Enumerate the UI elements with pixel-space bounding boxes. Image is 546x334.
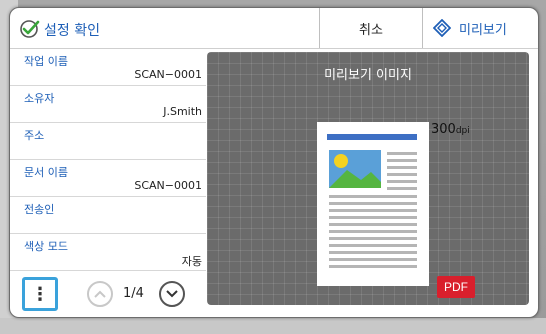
setting-value: SCAN−0001 xyxy=(134,68,202,81)
setting-label: 색상 모드 xyxy=(24,240,68,253)
setting-value: J.Smith xyxy=(163,105,202,118)
checkmark-circle-icon xyxy=(20,20,40,38)
preview-button[interactable]: 미리보기 xyxy=(423,8,538,48)
setting-value: SCAN−0001 xyxy=(134,179,202,192)
chevron-up-icon xyxy=(94,290,106,298)
more-options-button[interactable]: ⋮ xyxy=(22,277,58,311)
settings-confirm-dialog: 설정 확인 취소 미리보기 작업 이름 SCAN−0001 소유자 J.Smit… xyxy=(9,7,539,318)
preview-panel: 미리보기 이미지 300dpi PDF xyxy=(207,52,529,305)
setting-row-sender: 전송인 xyxy=(10,197,206,234)
dialog-header: 설정 확인 취소 미리보기 xyxy=(10,8,538,49)
setting-row-job-name: 작업 이름 SCAN−0001 xyxy=(10,49,206,86)
page-down-button[interactable] xyxy=(159,281,185,307)
page-up-button[interactable] xyxy=(87,281,113,307)
dialog-title: 설정 확인 xyxy=(44,23,100,39)
pager: ⋮ 1/4 xyxy=(10,271,206,317)
pdf-format-badge: PDF xyxy=(437,276,475,298)
cancel-button[interactable]: 취소 xyxy=(320,8,422,48)
resolution-value: 300 xyxy=(431,122,456,137)
resolution-label: 300dpi xyxy=(431,122,470,137)
setting-label: 작업 이름 xyxy=(24,55,68,68)
document-page-illustration xyxy=(327,134,417,268)
preview-diamond-icon xyxy=(433,19,451,37)
setting-value: 자동 xyxy=(181,255,202,268)
setting-label: 소유자 xyxy=(24,92,55,105)
setting-row-color-mode: 색상 모드 자동 xyxy=(10,234,206,271)
preview-button-label: 미리보기 xyxy=(459,22,507,38)
document-thumbnail xyxy=(317,122,429,286)
setting-row-owner: 소유자 J.Smith xyxy=(10,86,206,123)
setting-row-address: 주소 xyxy=(10,123,206,160)
setting-label: 문서 이름 xyxy=(24,166,68,179)
settings-list: 작업 이름 SCAN−0001 소유자 J.Smith 주소 문서 이름 SCA… xyxy=(10,49,206,271)
resolution-unit: dpi xyxy=(455,126,470,136)
background-status-bar xyxy=(0,318,546,334)
setting-label: 전송인 xyxy=(24,203,55,216)
preview-title: 미리보기 이미지 xyxy=(324,68,412,83)
page-indicator: 1/4 xyxy=(123,286,144,301)
setting-row-document-name: 문서 이름 SCAN−0001 xyxy=(10,160,206,197)
setting-label: 주소 xyxy=(24,129,45,142)
chevron-down-icon xyxy=(166,290,178,298)
